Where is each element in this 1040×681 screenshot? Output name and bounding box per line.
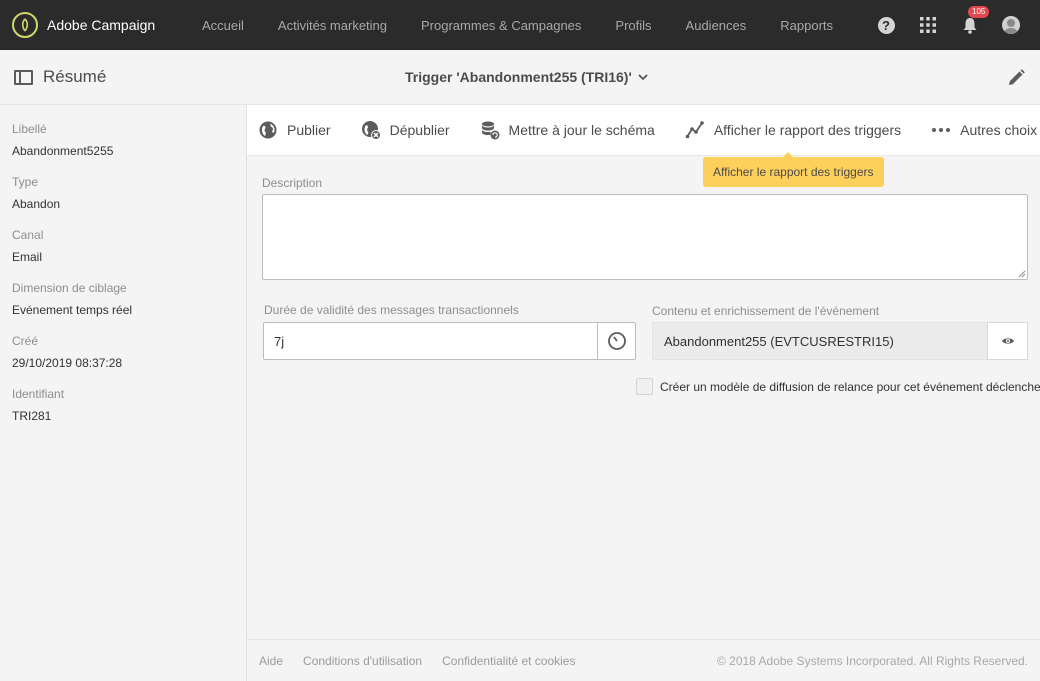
resize-grip-icon[interactable] <box>1018 270 1026 278</box>
notification-bell-icon[interactable]: 105 <box>960 6 990 35</box>
nav-item-profils[interactable]: Profils <box>615 18 651 33</box>
field-value: Email <box>12 250 43 264</box>
publish-button[interactable]: Publier <box>258 120 331 140</box>
duration-picker-button[interactable] <box>597 322 636 360</box>
copyright-text: © 2018 Adobe Systems Incorporated. All R… <box>716 653 1028 668</box>
eye-icon <box>1001 338 1014 344</box>
summary-panel: Libellé Abandonment5255 Type Abandon Can… <box>0 105 247 681</box>
summary-toggle[interactable]: Résumé <box>14 67 106 87</box>
field-label: Type <box>12 175 39 189</box>
line-chart-icon <box>685 121 704 139</box>
field-type: Type Abandon <box>12 175 246 211</box>
field-dimension-ciblage: Dimension de ciblage Evénement temps rée… <box>12 281 246 317</box>
nav-item-audiences[interactable]: Audiences <box>686 18 747 33</box>
edit-pencil-icon[interactable] <box>1006 68 1026 88</box>
apps-grid-icon[interactable] <box>918 15 938 35</box>
notification-badge: 105 <box>968 6 990 18</box>
main-nav: Accueil Activités marketing Programmes &… <box>202 0 867 50</box>
page-title[interactable]: Trigger 'Abandonment255 (TRI16)' <box>405 69 648 85</box>
field-label: Identifiant <box>12 387 65 401</box>
field-value: Abandon <box>12 197 61 211</box>
footer-link-confidentialite[interactable]: Confidentialité et cookies <box>442 654 575 668</box>
field-label: Créé <box>12 334 39 348</box>
create-relaunch-template-checkbox[interactable] <box>636 378 653 395</box>
database-refresh-icon <box>481 121 500 140</box>
publish-label: Publier <box>287 122 331 138</box>
field-value: TRI281 <box>12 409 52 423</box>
field-label: Dimension de ciblage <box>12 281 127 295</box>
field-label: Canal <box>12 228 44 242</box>
show-report-label: Afficher le rapport des triggers <box>713 122 902 138</box>
event-content-field: Abandonment255 (EVTCUSRESTRI15) <box>652 322 988 360</box>
adobe-campaign-logo-icon <box>12 12 38 38</box>
chevron-down-icon <box>638 73 648 80</box>
show-report-button[interactable]: Afficher le rapport des triggers <box>685 120 901 140</box>
view-event-button[interactable] <box>987 322 1028 360</box>
nav-item-activites-marketing[interactable]: Activités marketing <box>278 18 387 33</box>
field-cree: Créé 29/10/2019 08:37:28 <box>12 334 246 370</box>
field-value: 29/10/2019 08:37:28 <box>12 356 123 370</box>
globe-icon <box>259 121 277 139</box>
validity-duration-input[interactable]: 7j <box>263 322 598 360</box>
unpublish-label: Dépublier <box>389 122 450 138</box>
event-content-label: Contenu et enrichissement de l'événement <box>652 304 880 318</box>
more-options-label: Autres choix <box>960 122 1038 138</box>
field-value: Abandonment5255 <box>12 144 114 158</box>
more-options-button[interactable]: Autres choix <box>931 120 1037 140</box>
globe-remove-icon <box>361 121 381 140</box>
description-label: Description <box>262 176 323 190</box>
clock-icon <box>607 332 626 350</box>
field-libelle: Libellé Abandonment5255 <box>12 122 246 158</box>
summary-label: Résumé <box>43 67 107 86</box>
footer-link-conditions[interactable]: Conditions d'utilisation <box>303 654 422 668</box>
app-name: Adobe Campaign <box>47 17 156 33</box>
description-textarea[interactable] <box>262 194 1028 280</box>
update-schema-button[interactable]: Mettre à jour le schéma <box>480 120 655 140</box>
field-value: Evénement temps réel <box>12 303 133 317</box>
validity-label: Durée de validité des messages transacti… <box>264 303 519 317</box>
user-avatar[interactable] <box>1002 16 1020 34</box>
page-title-text: Trigger 'Abandonment255 (TRI16)' <box>405 69 632 85</box>
footer-link-aide[interactable]: Aide <box>259 654 283 668</box>
nav-item-programmes-campagnes[interactable]: Programmes & Campagnes <box>421 18 581 33</box>
help-icon[interactable]: ? <box>876 15 896 35</box>
action-toolbar: Publier Dépublier Mettre à jour le schém… <box>247 105 1040 156</box>
nav-item-accueil[interactable]: Accueil <box>202 18 244 33</box>
show-report-tooltip: Afficher le rapport des triggers <box>703 152 884 187</box>
create-relaunch-template-option[interactable]: Créer un modèle de diffusion de relance … <box>636 378 1040 395</box>
more-dots-icon <box>932 128 951 132</box>
nav-right-controls: ? 105 <box>854 0 1040 50</box>
update-schema-label: Mettre à jour le schéma <box>508 122 655 138</box>
page-footer: Aide Conditions d'utilisation Confidenti… <box>247 639 1040 681</box>
top-navigation-bar: Adobe Campaign Accueil Activités marketi… <box>0 0 1040 50</box>
create-relaunch-template-label: Créer un modèle de diffusion de relance … <box>660 379 1040 394</box>
field-label: Libellé <box>12 122 47 136</box>
brand[interactable]: Adobe Campaign <box>12 12 202 38</box>
page-header: Résumé Trigger 'Abandonment255 (TRI16)' <box>0 50 1040 105</box>
panel-icon <box>14 69 33 85</box>
field-canal: Canal Email <box>12 228 246 264</box>
field-identifiant: Identifiant TRI281 <box>12 387 246 423</box>
unpublish-button[interactable]: Dépublier <box>361 120 450 140</box>
nav-item-rapports[interactable]: Rapports <box>780 18 833 33</box>
